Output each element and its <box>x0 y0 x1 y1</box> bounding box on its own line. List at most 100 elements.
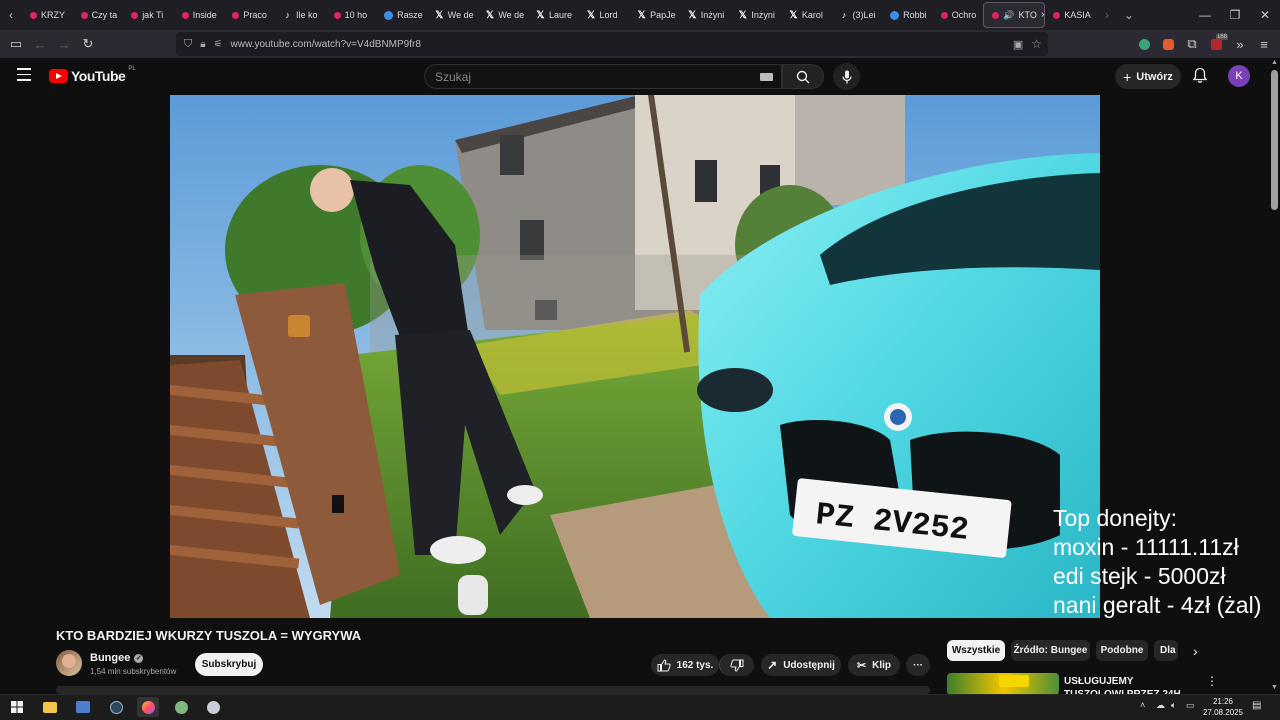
browser-tab[interactable]: 𝕏 We de <box>477 2 528 28</box>
scrollbar-thumb[interactable] <box>1271 70 1278 210</box>
reload-icon[interactable]: ↻ <box>76 32 100 56</box>
like-count: 162 tys. <box>676 659 714 671</box>
dislike-button[interactable] <box>719 654 754 676</box>
tab-active[interactable]: 🔊 KTO × <box>983 2 1046 28</box>
app-icon[interactable] <box>72 697 94 717</box>
speaker-tray-icon[interactable]: 🔈︎ <box>1171 700 1176 711</box>
search-button[interactable] <box>782 64 824 89</box>
lock-icon[interactable]: 🔒︎ <box>200 39 205 50</box>
share-button[interactable]: ↗ Udostępnij <box>761 654 841 676</box>
overlay-line: moxin - 11111.11zł <box>1053 534 1239 560</box>
x-icon: 𝕏 <box>435 9 444 21</box>
browser-tab[interactable]: jak Ti <box>123 2 174 28</box>
browser-tab[interactable]: Czy ta <box>73 2 124 28</box>
fox-extension-icon[interactable] <box>1156 32 1180 56</box>
browser-tab[interactable]: ♪ (3)Lei <box>832 2 883 28</box>
minimize-icon[interactable]: — <box>1190 8 1220 22</box>
more-actions-icon[interactable]: ··· <box>906 654 930 676</box>
chip-similar[interactable]: Podobne <box>1096 640 1148 661</box>
tab-kasia[interactable]: KASIA <box>1045 2 1096 28</box>
search-input[interactable]: Szukaj <box>424 64 782 89</box>
taskbar-clock[interactable]: 21:26 27.08.2025 <box>1200 696 1246 718</box>
permissions-icon[interactable]: ⚟ <box>214 39 223 50</box>
windows-start-icon[interactable] <box>6 697 28 717</box>
speaker-icon[interactable]: 🔊 <box>1003 10 1014 21</box>
browser-tab[interactable]: Inside <box>174 2 225 28</box>
ublock-icon[interactable]: 168 <box>1204 32 1228 56</box>
cloud-icon[interactable]: ☁ <box>1156 700 1165 711</box>
video-player[interactable]: PZ 2V252 <box>170 95 1100 618</box>
chip-source[interactable]: Źródło: Bungee <box>1011 640 1090 661</box>
browser-tab[interactable]: 𝕏 Lord <box>579 2 630 28</box>
hamburger-menu-icon[interactable]: ≡ <box>1252 32 1276 56</box>
tab-label: Inżyni <box>700 10 725 20</box>
notification-center-icon[interactable]: ▤ <box>1252 700 1261 711</box>
clock-time: 21:26 <box>1212 697 1234 706</box>
browser-tab[interactable]: 𝕏 Inżyni <box>680 2 731 28</box>
channel-avatar[interactable] <box>56 650 82 676</box>
recommended-more-icon[interactable]: ⋮ <box>1206 674 1218 688</box>
recommended-title[interactable]: USŁUGUJEMY TUSZOLOWI PRZEZ 24H <box>1064 675 1194 695</box>
browser-tab[interactable]: 𝕏 Karol <box>781 2 832 28</box>
description-box[interactable] <box>56 686 930 694</box>
browser-tab[interactable]: KRZY <box>22 2 73 28</box>
chip-all[interactable]: Wszystkie <box>947 640 1005 661</box>
tray-chevron-icon[interactable]: ˄ <box>1140 700 1145 710</box>
reader-view-icon[interactable]: ▣ <box>1013 38 1023 51</box>
browser-tab[interactable]: 𝕏 Inżyni <box>730 2 781 28</box>
tab-list-chevron-icon[interactable]: ⌄ <box>1118 0 1140 30</box>
browser-tab[interactable]: 𝕏 Laure <box>528 2 579 28</box>
sidebar-toggle-icon[interactable]: ▭ <box>4 32 28 56</box>
url-bar[interactable]: ⛉ 🔒︎ ⚟ www.youtube.com/watch?v=V4dBNMP9f… <box>176 32 1048 56</box>
restore-icon[interactable]: ❐ <box>1220 8 1250 22</box>
notifications-bell-icon[interactable] <box>1192 67 1208 89</box>
steam-icon[interactable] <box>105 697 127 717</box>
keyboard-icon[interactable] <box>760 72 773 81</box>
search-placeholder: Szukaj <box>435 69 472 84</box>
browser-tab[interactable]: 10 ho <box>326 2 377 28</box>
browser-tab[interactable]: 𝕏 PapJe <box>629 2 680 28</box>
tab-label: Praco <box>243 10 267 20</box>
create-button[interactable]: + Utwórz <box>1115 64 1181 89</box>
youtube-logo[interactable]: YouTube PL <box>49 66 136 84</box>
chips-next-chevron-icon[interactable]: › <box>1193 643 1198 659</box>
x-icon: 𝕏 <box>789 9 798 21</box>
scroll-down-icon[interactable]: ▼ <box>1271 684 1278 691</box>
voice-search-button[interactable] <box>833 63 860 90</box>
browser-tab[interactable]: Ochro <box>933 2 984 28</box>
overflow-chevron-icon[interactable]: » <box>1228 32 1252 56</box>
tab-scroll-right-icon[interactable]: › <box>1096 0 1118 30</box>
tracking-shield-icon[interactable]: ⛉ <box>184 38 192 51</box>
forward-icon[interactable]: → <box>52 32 76 56</box>
subscribe-button[interactable]: Subskrybuj <box>195 653 263 676</box>
browser-tab[interactable]: ♪ Ile ko <box>275 2 326 28</box>
network-icon[interactable]: ▭ <box>1186 700 1195 711</box>
puzzle-extensions-icon[interactable]: ⧉ <box>1180 32 1204 56</box>
app-icon-2[interactable] <box>170 697 192 717</box>
shield-extension-icon[interactable] <box>1132 32 1156 56</box>
tab-label: Ile ko <box>295 10 318 20</box>
tab-label: Rasze <box>397 10 423 20</box>
chip-for-you[interactable]: Dla <box>1154 640 1178 661</box>
file-explorer-icon[interactable] <box>39 697 61 717</box>
url-text[interactable]: www.youtube.com/watch?v=V4dBNMP9fr8 <box>231 39 421 50</box>
back-icon[interactable]: ← <box>28 32 52 56</box>
app-icon-3[interactable] <box>202 697 224 717</box>
channel-name-link[interactable]: Bungee ✓ <box>90 652 144 664</box>
browser-tab[interactable]: Rasze <box>376 2 427 28</box>
firefox-icon[interactable] <box>137 697 159 717</box>
scroll-up-icon[interactable]: ▲ <box>1271 59 1278 66</box>
user-avatar[interactable]: K <box>1228 65 1250 87</box>
clip-button[interactable]: ✂ Klip <box>848 654 900 676</box>
tab-label: Lord <box>599 10 618 20</box>
overlay-line: Top donejty: <box>1053 505 1178 531</box>
close-window-icon[interactable]: ✕ <box>1250 8 1280 22</box>
browser-tab[interactable]: 𝕏 We de <box>427 2 478 28</box>
tab-scroll-left-icon[interactable]: ‹ <box>0 0 22 30</box>
recommended-thumbnail[interactable] <box>947 673 1059 695</box>
like-button[interactable]: 162 tys. <box>651 654 719 676</box>
bookmark-star-icon[interactable]: ☆ <box>1031 37 1042 51</box>
browser-tab[interactable]: Robbi <box>882 2 933 28</box>
guide-menu-icon[interactable] <box>17 68 31 81</box>
browser-tab[interactable]: Praco <box>224 2 275 28</box>
